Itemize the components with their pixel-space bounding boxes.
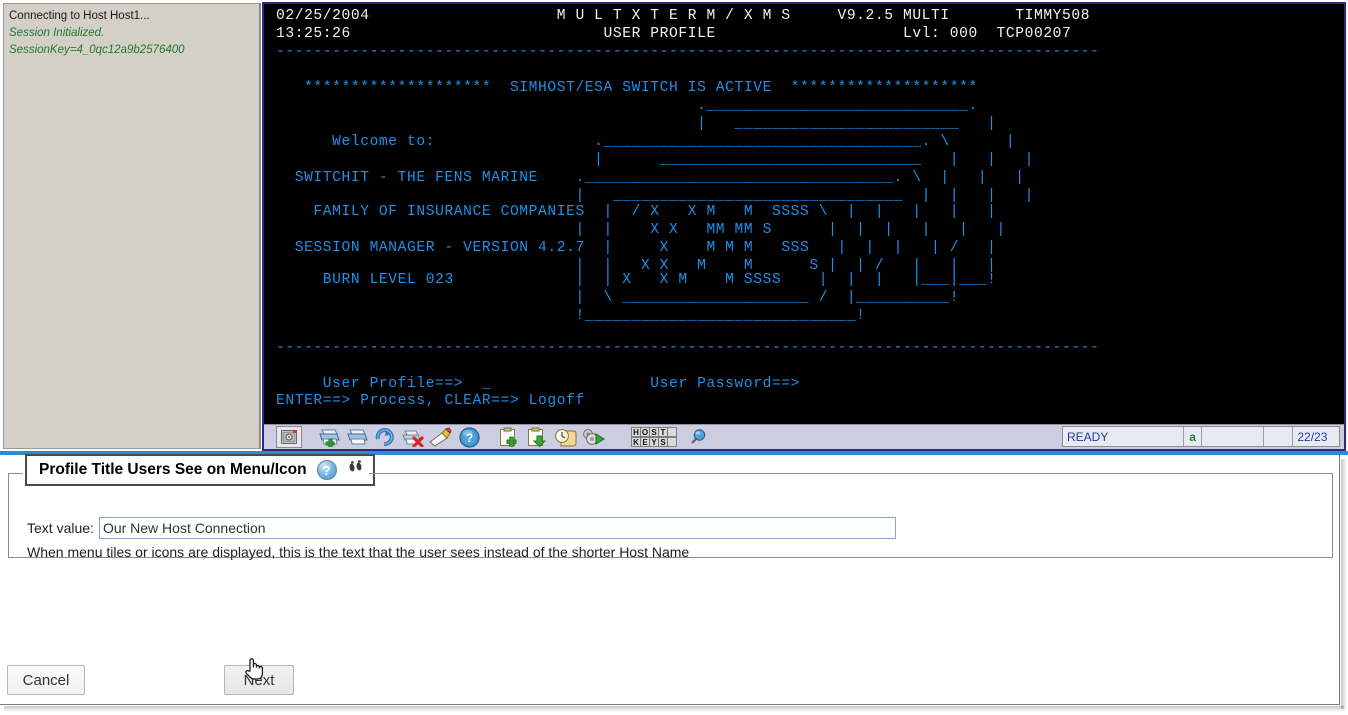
terminal-row: User Profile==> _ User Password==> xyxy=(276,376,801,392)
session-log-panel: Connecting to Host Host1... Session Init… xyxy=(3,3,261,449)
dialog-shadow-bottom xyxy=(4,706,1344,712)
clipboard-down-icon[interactable] xyxy=(524,426,550,448)
svg-text:K: K xyxy=(633,438,639,447)
terminal-row: | | X X MM MM S | | | | | | xyxy=(276,222,1006,238)
svg-text:T: T xyxy=(661,428,666,437)
status-indicator: a xyxy=(1184,427,1202,446)
terminal-emulator[interactable]: 02/25/2004 M U L T X T E R M / X M S V9.… xyxy=(262,2,1346,451)
host-keys-icon[interactable]: HOST KEYS xyxy=(630,426,682,448)
next-button[interactable]: Next xyxy=(224,665,294,695)
profile-title-group: Profile Title Users See on Menu/Icon ? T… xyxy=(8,454,1333,560)
terminal-screen[interactable]: 02/25/2004 M U L T X T E R M / X M S V9.… xyxy=(264,4,1344,424)
terminal-row: 02/25/2004 M U L T X T E R M / X M S V9.… xyxy=(276,8,1091,24)
footprints-icon[interactable] xyxy=(347,459,365,482)
print-cancel-icon[interactable] xyxy=(400,426,426,448)
gear-run-icon[interactable] xyxy=(580,426,606,448)
terminal-status-bar: READY a 22/23 xyxy=(1062,426,1340,447)
terminal-row: ENTER==> Process, CLEAR==> Logoff xyxy=(276,393,585,409)
terminal-row: | ____________________________ | | | xyxy=(276,152,1034,168)
wizard-dialog: Profile Title Users See on Menu/Icon ? T… xyxy=(0,454,1348,715)
group-title-label: Profile Title Users See on Menu/Icon xyxy=(39,461,307,478)
group-title-box: Profile Title Users See on Menu/Icon ? xyxy=(25,454,375,486)
print-icon[interactable] xyxy=(344,426,370,448)
terminal-row: SESSION MANAGER - VERSION 4.2.7 | X M M … xyxy=(276,240,997,256)
svg-text:H: H xyxy=(633,428,639,437)
terminal-row: .____________________________. xyxy=(276,98,978,114)
svg-text:E: E xyxy=(642,438,648,447)
text-value-label: Text value: xyxy=(27,520,94,536)
terminal-row: | \ ____________________ / |__________! xyxy=(276,290,960,306)
svg-text:?: ? xyxy=(465,431,472,445)
session-log-line: Session Initialized. xyxy=(9,27,105,39)
terminal-row: !_____________________________! xyxy=(276,308,866,324)
print-add-icon[interactable] xyxy=(316,426,342,448)
status-cursor-position: 22/23 xyxy=(1297,429,1328,444)
help-question-icon[interactable]: ? xyxy=(456,426,482,448)
terminal-row: ----------------------------------------… xyxy=(276,340,1100,356)
clipboard-add-icon[interactable] xyxy=(496,426,522,448)
terminal-row: | ________________________ | xyxy=(276,116,997,132)
dialog-frame: Profile Title Users See on Menu/Icon ? T… xyxy=(0,454,1340,705)
text-value-input[interactable] xyxy=(98,517,896,539)
terminal-row: | _______________________________ | | | … xyxy=(276,188,1034,204)
cancel-button[interactable]: Cancel xyxy=(7,665,85,695)
session-log-line: Connecting to Host Host1... xyxy=(9,10,150,22)
terminal-row: FAMILY OF INSURANCE COMPANIES | / X X M … xyxy=(276,204,997,220)
magnifier-icon[interactable] xyxy=(684,426,710,448)
status-state: READY xyxy=(1063,427,1185,446)
edit-pencil-icon[interactable] xyxy=(428,426,454,448)
terminal-row: 13:25:26 USER PROFILE Lvl: 000 TCP00207 xyxy=(276,26,1072,42)
terminal-row: BURN LEVEL 023 | | X X M M SSSS | | | |_… xyxy=(276,272,997,288)
status-field-3 xyxy=(1202,427,1264,446)
svg-text:O: O xyxy=(642,428,648,437)
status-field-4 xyxy=(1264,427,1294,446)
field-hint: When menu tiles or icons are displayed, … xyxy=(27,544,690,560)
refresh-icon[interactable] xyxy=(372,426,398,448)
top-pane: Connecting to Host Host1... Session Init… xyxy=(0,0,1348,455)
terminal-row: ----------------------------------------… xyxy=(276,44,1100,60)
terminal-row: SWITCHIT - THE FENS MARINE .____________… xyxy=(276,170,1025,186)
terminal-row: Welcome to: .___________________________… xyxy=(276,134,1016,150)
screen-settings-icon[interactable] xyxy=(276,426,302,448)
text-value-row: Text value: xyxy=(27,517,896,539)
session-log-line: SessionKey=4_0qc12a9b2576400 xyxy=(9,44,185,56)
help-question-icon[interactable]: ? xyxy=(316,460,337,480)
dialog-shadow-right xyxy=(1341,459,1347,709)
terminal-row: ******************** SIMHOST/ESA SWITCH … xyxy=(276,80,978,96)
svg-text:Y: Y xyxy=(651,438,657,447)
svg-text:S: S xyxy=(660,438,666,447)
svg-text:S: S xyxy=(651,428,657,437)
history-scroll-icon[interactable] xyxy=(552,426,578,448)
dialog-button-row: Cancel Next xyxy=(0,665,1339,695)
